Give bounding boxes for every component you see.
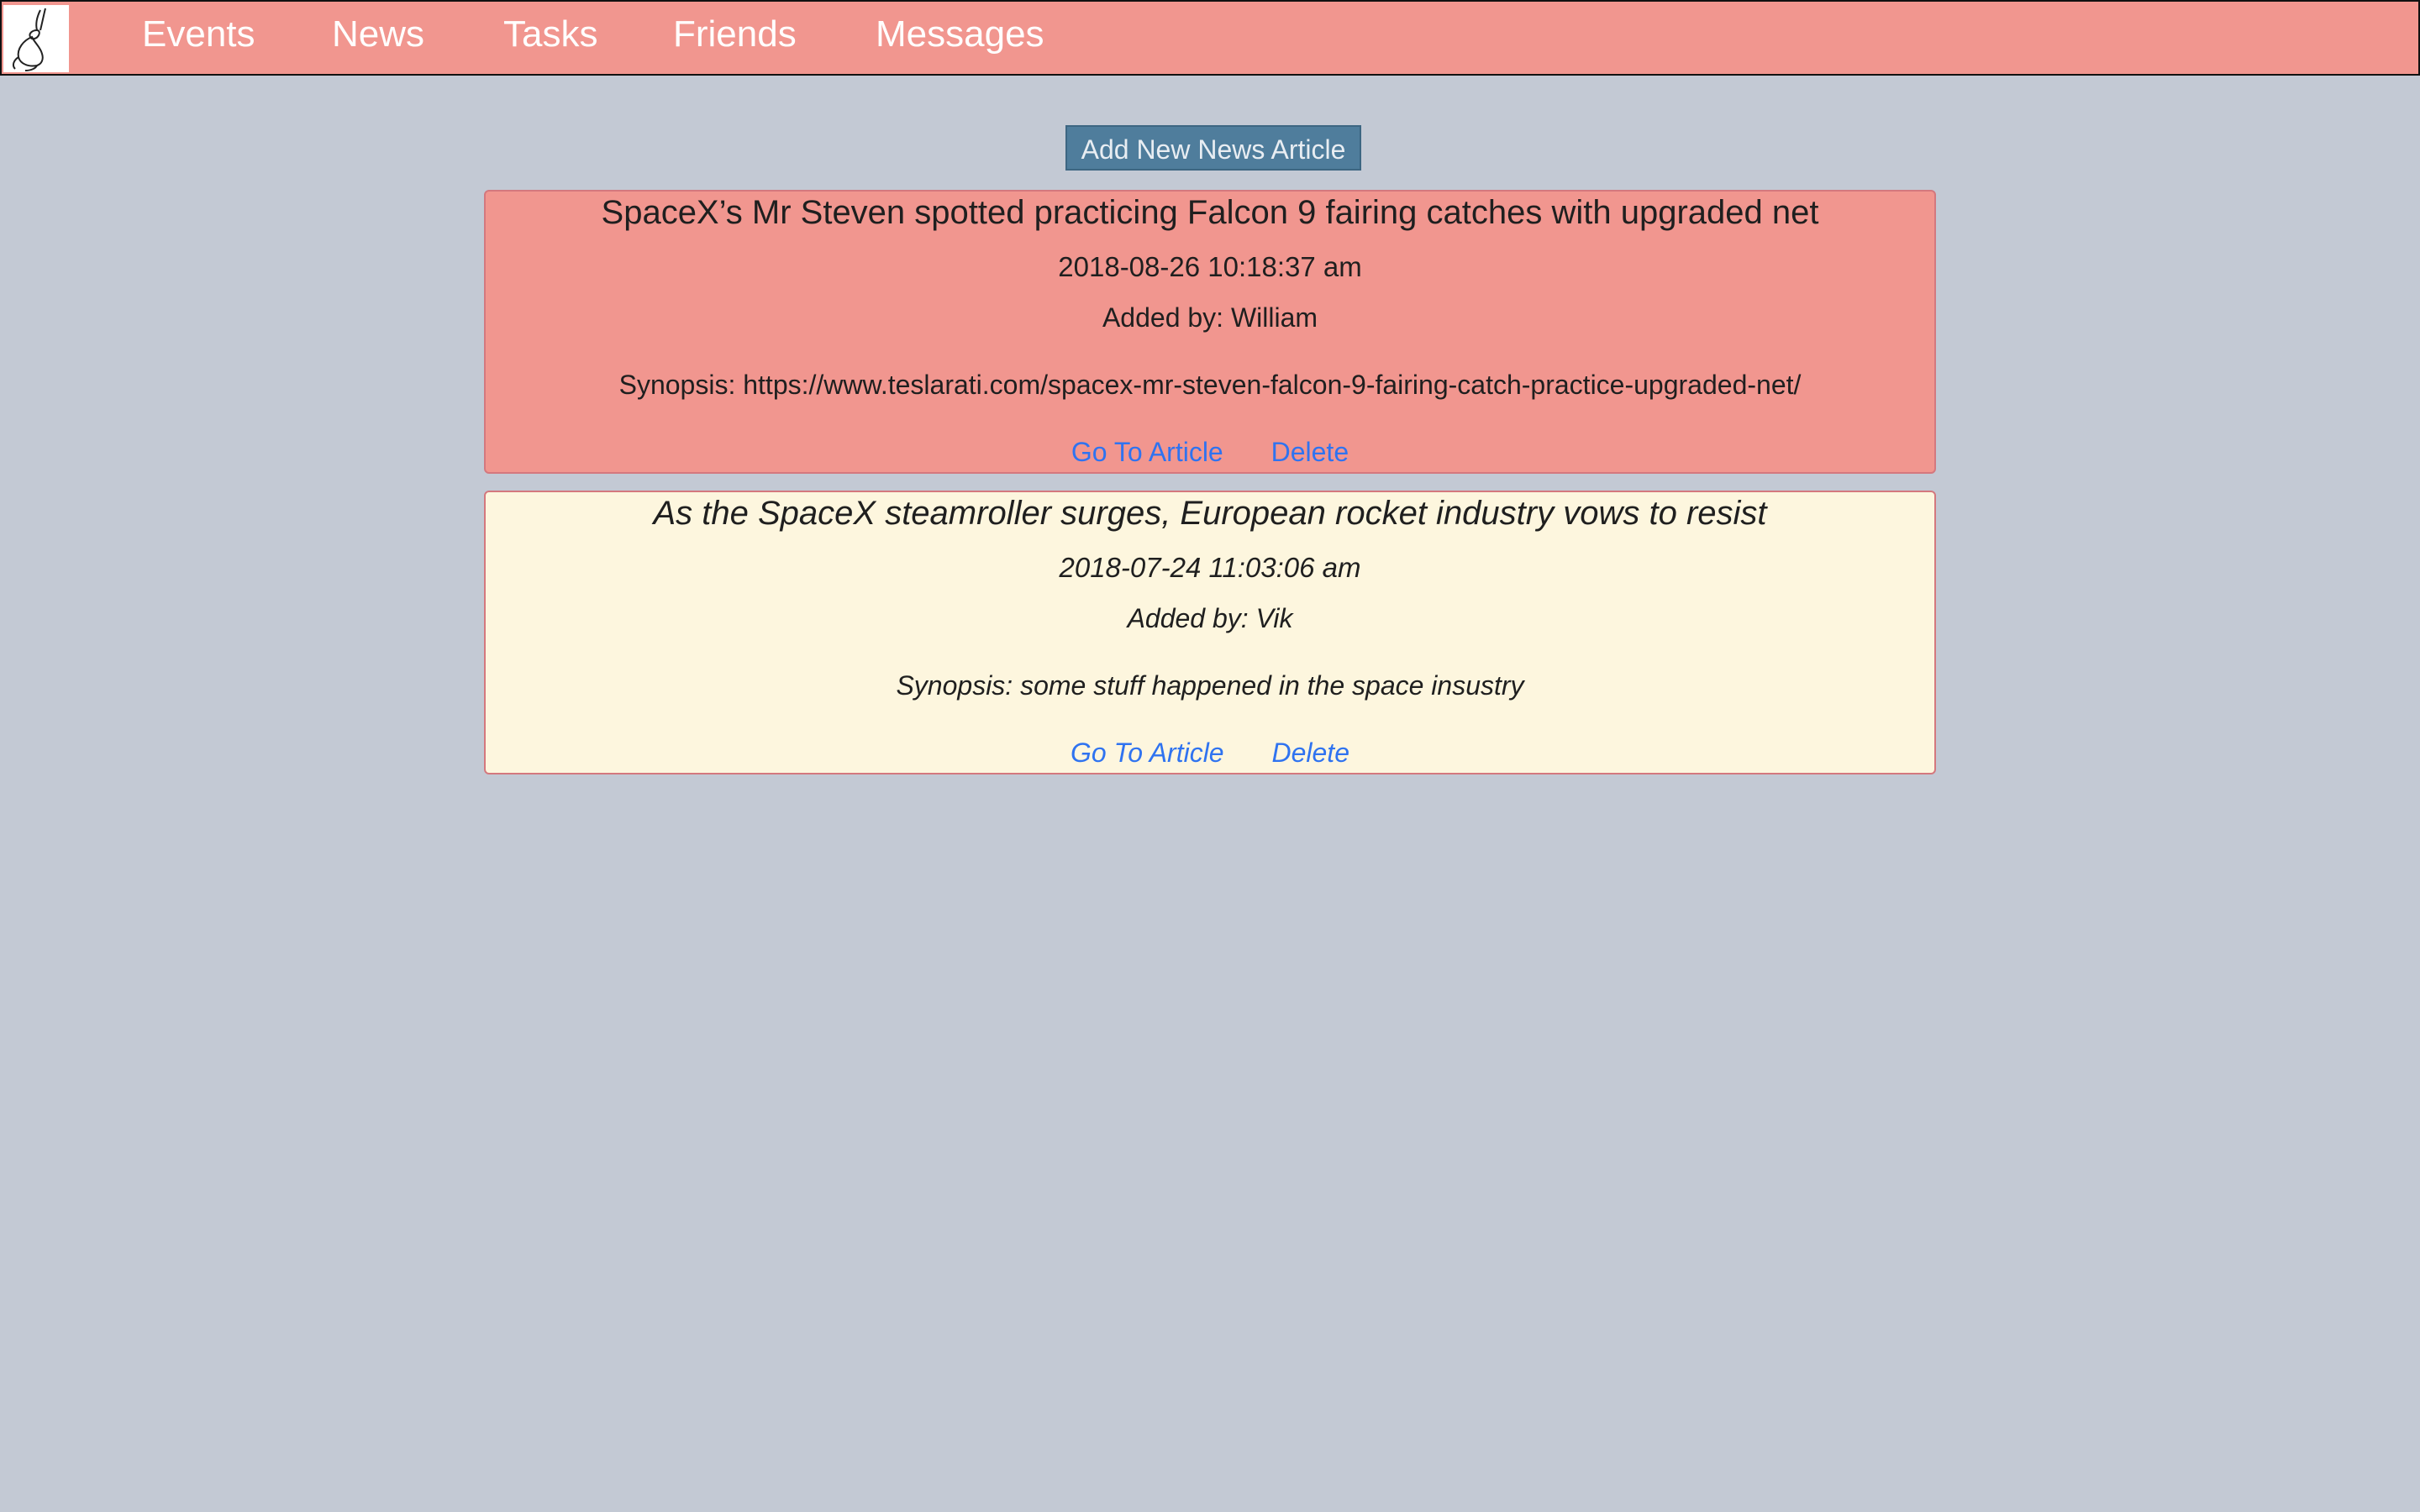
nav-tasks[interactable]: Tasks: [503, 12, 597, 57]
add-news-article-button[interactable]: Add New News Article: [1065, 125, 1361, 171]
article-synopsis: Synopsis: some stuff happened in the spa…: [896, 670, 1524, 701]
rabbit-logo-icon: [12, 8, 46, 71]
article-title: SpaceX’s Mr Steven spotted practicing Fa…: [601, 194, 1819, 231]
logo-icon[interactable]: [3, 5, 69, 72]
article-actions: Go To Article Delete: [486, 736, 1934, 769]
delete-article-link[interactable]: Delete: [1271, 437, 1349, 467]
article-title: As the SpaceX steamroller surges, Europe…: [653, 495, 1767, 532]
article-synopsis: Synopsis: https://www.teslarati.com/spac…: [618, 370, 1802, 400]
go-to-article-link[interactable]: Go To Article: [1071, 437, 1223, 467]
article-actions: Go To Article Delete: [486, 435, 1934, 469]
go-to-article-link[interactable]: Go To Article: [1071, 738, 1224, 768]
article-date: 2018-07-24 11:03:06 am: [1059, 552, 1361, 583]
delete-article-link[interactable]: Delete: [1271, 738, 1349, 768]
article-added-by: Added by: Vik: [1127, 603, 1293, 633]
nav-events[interactable]: Events: [142, 12, 255, 57]
article-date: 2018-08-26 10:18:37 am: [1058, 251, 1362, 282]
nav-news[interactable]: News: [332, 12, 424, 57]
nav-friends[interactable]: Friends: [673, 12, 797, 57]
article-added-by: Added by: William: [1102, 302, 1318, 333]
top-navbar: Events News Tasks Friends Messages: [0, 0, 2420, 76]
news-article-card: SpaceX’s Mr Steven spotted practicing Fa…: [484, 190, 1936, 474]
news-article-card: As the SpaceX steamroller surges, Europe…: [484, 491, 1936, 774]
nav-messages[interactable]: Messages: [876, 12, 1044, 57]
